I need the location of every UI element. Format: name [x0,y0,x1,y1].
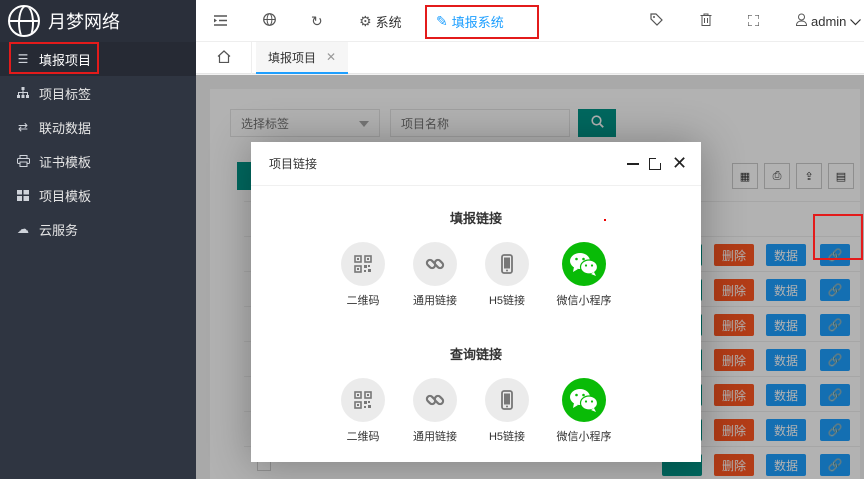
home-icon [217,49,231,67]
maximize-icon[interactable] [649,157,662,170]
qrcode-icon [341,378,385,422]
system-menu-label: 系统 [375,14,402,30]
grid-icon [16,189,30,201]
fill-wechat-miniprogram-link[interactable]: 微信小程序 [548,242,620,308]
fill-general-link[interactable]: 通用链接 [399,242,471,308]
tab-home[interactable] [196,42,252,74]
mobile-icon [485,378,529,422]
website-button[interactable] [263,0,276,42]
gear-icon: ⚙ [359,12,372,29]
highlight-box-topbar [425,5,539,39]
link-label: 通用链接 [413,295,457,307]
tab-label: 填报项目 [267,50,316,65]
sidebar-item-label: 联动数据 [39,120,92,136]
sidebar-item-label: 云服务 [39,222,79,238]
project-link-dialog: 项目链接 ✕ 填报链接 二维码 通用链接 H5链接 微信小程序 查询链接 二维码 [251,142,701,462]
tag-button[interactable] [650,0,663,42]
wechat-icon [562,378,606,422]
system-menu[interactable]: ⚙ 系统 [359,0,402,42]
mobile-icon [485,242,529,286]
sidebar-item-label: 项目模板 [39,188,92,204]
highlight-box-sidebar [9,42,99,74]
query-general-link[interactable]: 通用链接 [399,378,471,444]
user-menu[interactable]: admin [795,0,862,42]
tab-fill-projects[interactable]: 填报项目 ✕ [256,42,348,74]
link-label: 二维码 [346,431,380,443]
sitemap-icon [16,87,30,99]
qrcode-icon [341,242,385,286]
link-label: H5链接 [488,431,526,443]
refresh-button[interactable]: ↻ [311,0,323,42]
app-name: 月梦网络 [48,12,120,32]
link-label: 微信小程序 [556,431,612,443]
username: admin [811,13,847,29]
sidebar-item-linked-data[interactable]: ⇄ 联动数据 [0,110,196,144]
tag-icon [650,13,663,29]
trash-icon [700,13,712,29]
link-label: 二维码 [346,295,380,307]
link-icon [413,378,457,422]
cloud-icon: ☁ [17,222,29,236]
query-qrcode-link[interactable]: 二维码 [327,378,399,444]
globe-icon [263,13,276,29]
fill-h5-link[interactable]: H5链接 [471,242,543,308]
indent-icon [214,13,227,29]
fill-links-title: 填报链接 [449,211,502,226]
globe-icon [8,5,40,37]
user-icon [795,13,808,29]
dialog-title: 项目链接 [269,157,318,171]
close-icon[interactable]: ✕ [672,153,687,174]
sidebar-item-label: 证书模板 [39,154,92,170]
sidebar-item-label: 项目标签 [39,86,92,102]
fullscreen-button[interactable] [747,0,760,42]
logo[interactable]: 月梦网络 [0,0,196,42]
menu-toggle-button[interactable] [214,0,227,42]
clear-cache-button[interactable] [700,0,712,42]
link-label: 微信小程序 [556,295,612,307]
exchange-icon: ⇄ [17,120,29,134]
link-label: H5链接 [488,295,526,307]
highlight-box-link-button [813,214,863,260]
print-icon [16,155,30,167]
sidebar-item-project-templates[interactable]: 项目模板 [0,178,196,212]
page-tabs: 填报项目 ✕ [196,42,864,74]
sidebar-item-certificate-templates[interactable]: 证书模板 [0,144,196,178]
close-tab-icon[interactable]: ✕ [326,50,336,64]
fill-qrcode-link[interactable]: 二维码 [327,242,399,308]
chevron-down-icon [850,14,862,29]
sidebar-item-cloud-service[interactable]: ☁ 云服务 [0,212,196,246]
query-h5-link[interactable]: H5链接 [471,378,543,444]
link-icon [413,242,457,286]
sidebar-item-project-tags[interactable]: 项目标签 [0,76,196,110]
query-links-title: 查询链接 [449,347,502,362]
wechat-icon [562,242,606,286]
minimize-icon[interactable] [627,163,639,165]
refresh-icon: ↻ [311,12,323,29]
link-label: 通用链接 [413,431,457,443]
fullscreen-icon [747,13,760,29]
query-wechat-miniprogram-link[interactable]: 微信小程序 [548,378,620,444]
